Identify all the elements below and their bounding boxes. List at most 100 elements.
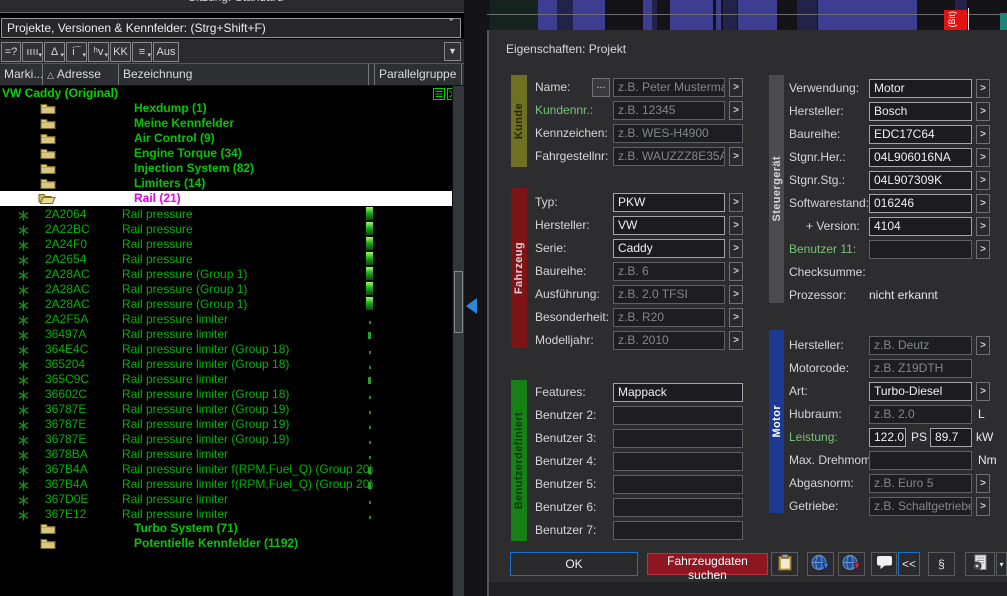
- map-row[interactable]: 365204Rail pressure limiter (Group 18): [0, 356, 452, 371]
- input-field[interactable]: [613, 498, 743, 517]
- map-row[interactable]: 36602CRail pressure limiter (Group 18): [0, 386, 452, 401]
- map-row[interactable]: 367B4ARail pressure limiter f(RPM,Fuel_Q…: [0, 476, 452, 491]
- folder-row[interactable]: Turbo System (71): [0, 521, 452, 536]
- map-row[interactable]: 364E4CRail pressure limiter (Group 18): [0, 341, 452, 356]
- map-row[interactable]: 2A28ACRail pressure (Group 1): [0, 281, 452, 296]
- folder-row-selected[interactable]: Rail (21): [0, 191, 452, 206]
- field-expand-button[interactable]: >: [729, 262, 743, 281]
- input-field[interactable]: z.B. 12345: [613, 101, 725, 120]
- input-field[interactable]: [613, 521, 743, 540]
- input-field[interactable]: [869, 451, 972, 470]
- field-expand-button[interactable]: >: [976, 125, 990, 144]
- column-header-parallelgruppe[interactable]: Parallelgruppe: [375, 64, 462, 85]
- input-field[interactable]: z.B. 6: [613, 262, 725, 281]
- input-field[interactable]: z.B. Peter Mustermann: [613, 78, 725, 97]
- field-expand-button[interactable]: >: [976, 474, 990, 493]
- collapse-dialog-button[interactable]: <<: [898, 552, 920, 576]
- toolbar-overflow-button[interactable]: ▼: [444, 42, 461, 61]
- field-expand-button[interactable]: >: [976, 217, 990, 236]
- field-expand-button[interactable]: >: [729, 147, 743, 166]
- field-expand-button[interactable]: >: [976, 336, 990, 355]
- input-field[interactable]: z.B. Euro 5: [869, 474, 972, 493]
- input-field[interactable]: Caddy: [613, 239, 725, 258]
- folder-row[interactable]: Limiters (14): [0, 176, 452, 191]
- folder-row[interactable]: Meine Kennfelder: [0, 116, 452, 131]
- folder-row[interactable]: Engine Torque (34): [0, 146, 452, 161]
- input-field[interactable]: 04L907309K: [869, 171, 972, 190]
- field-expand-button[interactable]: >: [729, 239, 743, 258]
- map-row[interactable]: 367D0ERail pressure limiter: [0, 491, 452, 506]
- panel-splitter[interactable]: [464, 0, 487, 596]
- input-field[interactable]: [613, 429, 743, 448]
- map-row[interactable]: 367B4ARail pressure limiter f(RPM,Fuel_Q…: [0, 461, 452, 476]
- input-field[interactable]: 89.7: [930, 428, 972, 447]
- input-field[interactable]: PKW: [613, 193, 725, 212]
- map-row[interactable]: 365C9CRail pressure limiter: [0, 371, 452, 386]
- field-expand-button[interactable]: >: [976, 148, 990, 167]
- field-expand-button[interactable]: >: [976, 497, 990, 516]
- input-field[interactable]: z.B. Z19DTH: [869, 359, 972, 378]
- input-field[interactable]: [869, 240, 972, 259]
- field-expand-button[interactable]: >: [729, 331, 743, 350]
- input-field[interactable]: z.B. 2010: [613, 331, 725, 350]
- flags-filter-button[interactable]: ʰv▾: [88, 42, 109, 62]
- search-vehicle-data-button[interactable]: Fahrzeugdaten suchen: [647, 553, 768, 575]
- scrollbar-thumb[interactable]: [454, 271, 463, 333]
- field-expand-button[interactable]: >: [976, 171, 990, 190]
- field-expand-button[interactable]: >: [729, 193, 743, 212]
- comment-button[interactable]: [871, 552, 897, 576]
- map-row[interactable]: 2A2654Rail pressure: [0, 251, 452, 266]
- input-field[interactable]: [613, 452, 743, 471]
- map-row[interactable]: 2A24F0Rail pressure: [0, 236, 452, 251]
- map-row[interactable]: 2A28ACRail pressure (Group 1): [0, 296, 452, 311]
- field-expand-button[interactable]: >: [976, 79, 990, 98]
- input-field[interactable]: Bosch: [869, 102, 972, 121]
- panel-selector-combobox[interactable]: Projekte, Versionen & Kennfelder: (Strg+…: [1, 18, 461, 38]
- input-field[interactable]: 016246: [869, 194, 972, 213]
- field-expand-button[interactable]: >: [976, 102, 990, 121]
- map-row[interactable]: 2A2064Rail pressure: [0, 206, 452, 221]
- folder-row[interactable]: Injection System (82): [0, 161, 452, 176]
- aus-button[interactable]: Aus: [153, 42, 179, 62]
- input-field[interactable]: 04L906016NA: [869, 148, 972, 167]
- map-row[interactable]: 2A2F5ARail pressure limiter: [0, 311, 452, 326]
- upload-to-web-button[interactable]: [838, 552, 865, 576]
- delta-filter-button[interactable]: Δ▾: [44, 42, 65, 62]
- input-field[interactable]: Mappack: [613, 383, 743, 402]
- field-expand-button[interactable]: >: [729, 216, 743, 235]
- input-field[interactable]: Motor: [869, 79, 972, 98]
- input-field[interactable]: z.B. 2.0 TFSI: [613, 285, 725, 304]
- ok-button[interactable]: OK: [510, 552, 638, 576]
- field-expand-button[interactable]: >: [976, 194, 990, 213]
- field-expand-button[interactable]: >: [729, 308, 743, 327]
- compare-values-button[interactable]: =?: [1, 42, 21, 62]
- kk-maps-button[interactable]: KK: [110, 42, 131, 62]
- map-row[interactable]: 36787ERail pressure limiter (Group 19): [0, 401, 452, 416]
- columns-button[interactable]: ıııı▾: [22, 42, 43, 62]
- vertical-scrollbar[interactable]: [452, 86, 464, 596]
- input-field[interactable]: z.B. 2.0: [869, 405, 972, 424]
- field-expand-button[interactable]: >: [729, 78, 743, 97]
- report-dropdown-arrow-button[interactable]: ▾: [996, 552, 1007, 576]
- map-row[interactable]: 2A28ACRail pressure (Group 1): [0, 266, 452, 281]
- input-field[interactable]: 4104: [869, 217, 972, 236]
- column-header-adresse[interactable]: △Adresse: [43, 64, 119, 85]
- map-row[interactable]: 367E12Rail pressure limiter: [0, 506, 452, 521]
- download-from-web-button[interactable]: [807, 552, 834, 576]
- input-field[interactable]: z.B. WES-H4900: [613, 124, 743, 143]
- field-expand-button[interactable]: >: [729, 101, 743, 120]
- input-field[interactable]: z.B. Schaltgetriebe: [869, 497, 972, 516]
- input-field[interactable]: 122.0: [869, 428, 906, 447]
- folder-row[interactable]: Hexdump (1): [0, 101, 452, 116]
- folder-row[interactable]: Potentielle Kennfelder (1192): [0, 536, 452, 551]
- report-settings-button[interactable]: [965, 552, 995, 576]
- input-field[interactable]: z.B. Deutz: [869, 336, 972, 355]
- map-row[interactable]: 2A22BCRail pressure: [0, 221, 452, 236]
- paragraph-legal-button[interactable]: §: [928, 552, 955, 576]
- paste-vehicle-data-button[interactable]: [771, 552, 798, 576]
- map-row[interactable]: 3678BARail pressure limiter: [0, 446, 452, 461]
- input-field[interactable]: [613, 406, 743, 425]
- map-row[interactable]: 36787ERail pressure limiter (Group 19): [0, 431, 452, 446]
- map-row[interactable]: 36497ARail pressure limiter: [0, 326, 452, 341]
- field-expand-button[interactable]: >: [729, 285, 743, 304]
